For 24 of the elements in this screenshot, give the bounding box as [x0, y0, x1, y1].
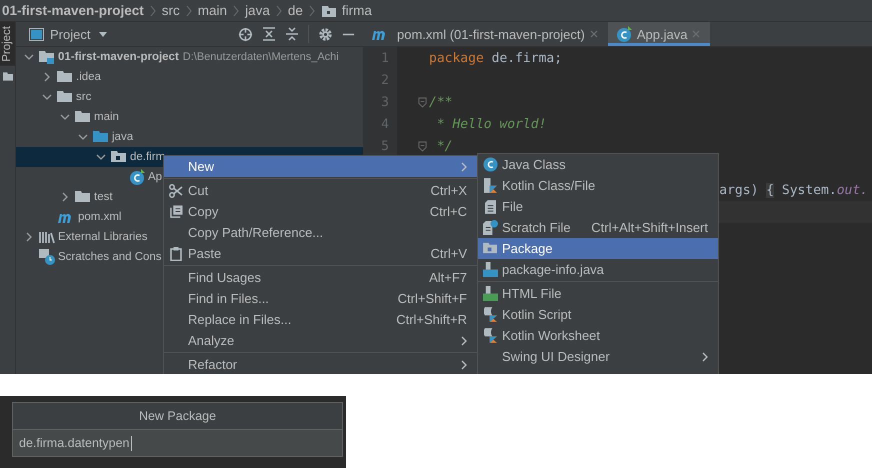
project-path: D:\Benutzerdaten\Mertens_Achi [182, 51, 339, 63]
shortcut-label: Ctrl+V [430, 246, 467, 261]
tree-label: Scratches and Cons [58, 251, 162, 263]
tree-label: src [76, 91, 92, 103]
tree-label: pom.xml [78, 211, 122, 223]
shortcut-label: Ctrl+Shift+R [396, 312, 467, 327]
tree-label: External Libraries [58, 231, 148, 243]
tree-label: main [94, 111, 119, 123]
shortcut-label: Alt+F7 [429, 270, 467, 285]
code-line: */ [436, 138, 452, 154]
code-line: /** [429, 94, 452, 110]
tree-label: Ap [148, 171, 162, 183]
tree-label: java [112, 131, 134, 143]
code-line: package de.firma; [429, 50, 562, 66]
tree-label: .idea [76, 71, 101, 83]
shortcut-label: Ctrl+Alt+Shift+Insert [591, 220, 708, 235]
code-line: * Hello world! [436, 116, 546, 132]
tree-label: test [94, 191, 113, 203]
shortcut-label: Ctrl+Shift+F [398, 291, 467, 306]
code-line: args) { System.out. [719, 182, 868, 198]
dialog-title: New Package [13, 403, 342, 430]
shortcut-label: Ctrl+X [430, 183, 467, 198]
shortcut-label: Ctrl+C [430, 204, 467, 219]
tree-label: 01-first-maven-project [58, 51, 179, 63]
